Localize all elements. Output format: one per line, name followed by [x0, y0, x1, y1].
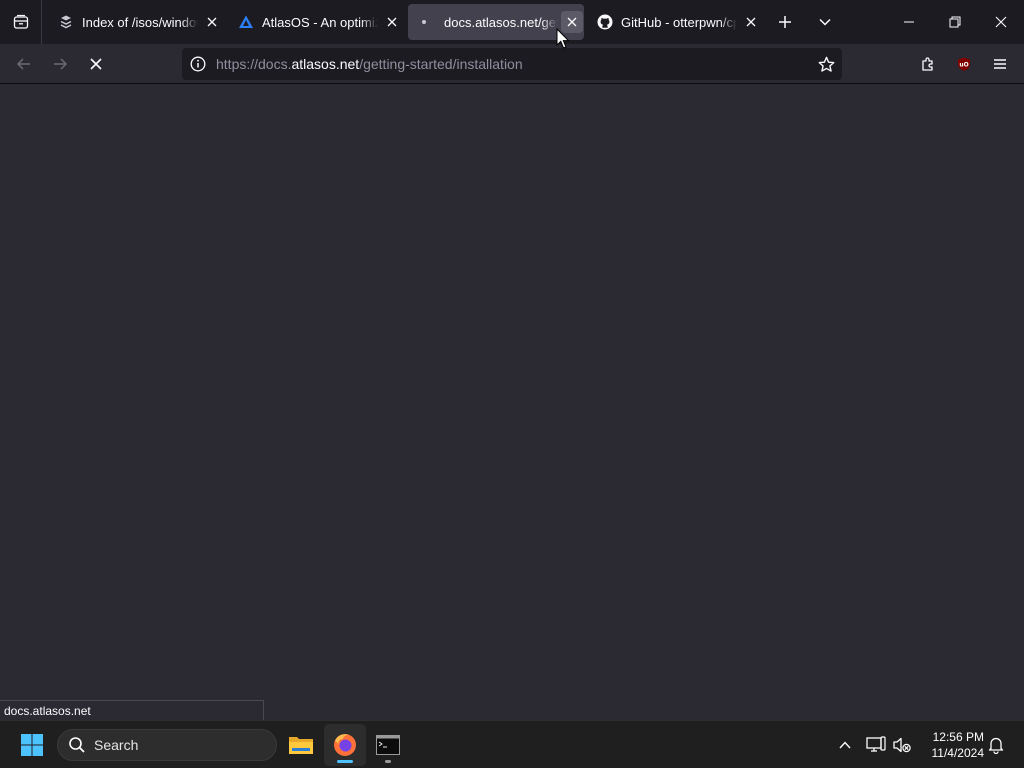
speaker-muted-icon	[893, 737, 911, 753]
chevron-down-icon	[819, 18, 831, 26]
taskbar: Search 12:56 PM 11/4/2024	[0, 720, 1024, 768]
bookmark-star-button[interactable]	[814, 52, 838, 76]
search-icon	[69, 737, 85, 753]
arrow-left-icon	[16, 58, 30, 70]
start-button[interactable]	[11, 724, 53, 766]
navigation-toolbar: https://docs.atlasos.net/getting-started…	[0, 44, 1024, 84]
loading-dot-icon	[420, 14, 436, 30]
firefox-logo-icon	[334, 734, 356, 756]
clock-time: 12:56 PM	[932, 730, 984, 744]
stop-icon	[90, 58, 102, 70]
tab-title: docs.atlasos.net/getting	[444, 14, 558, 30]
back-button[interactable]	[8, 48, 40, 80]
volume-tray-button[interactable]	[890, 733, 914, 757]
page-content-area	[0, 85, 1024, 720]
extensions-button[interactable]	[912, 48, 944, 80]
puzzle-icon	[922, 57, 933, 71]
new-tab-button[interactable]	[771, 8, 799, 36]
list-all-tabs-button[interactable]	[811, 8, 839, 36]
show-hidden-icons-button[interactable]	[833, 733, 857, 757]
close-icon	[207, 17, 216, 27]
clock-date: 11/4/2024	[931, 746, 985, 760]
running-indicator	[385, 760, 391, 763]
url-host: atlasos.net	[291, 56, 360, 72]
tab-title: AtlasOS - An optimized	[262, 14, 379, 30]
tab-index-of-isos[interactable]: Index of /isos/windows	[46, 4, 222, 40]
running-indicator	[337, 760, 353, 763]
command-prompt-icon	[376, 735, 400, 755]
url-text[interactable]: https://docs.atlasos.net/getting-started…	[216, 56, 523, 72]
github-favicon-icon	[597, 14, 613, 30]
tab-manager-button[interactable]	[0, 0, 42, 44]
mouse-cursor-icon	[556, 28, 570, 49]
close-icon	[387, 17, 396, 27]
network-tray-button[interactable]	[864, 733, 888, 757]
restore-button[interactable]	[932, 0, 978, 44]
url-scheme: https://docs.	[216, 56, 292, 72]
notifications-button[interactable]	[984, 733, 1008, 757]
bell-icon	[988, 737, 1004, 754]
url-path: /getting-started/installation	[359, 56, 523, 72]
ublock-origin-icon: uO	[958, 57, 970, 71]
star-icon	[818, 56, 834, 72]
plus-icon	[779, 16, 791, 28]
folder-icon	[289, 737, 313, 754]
tab-github-otterpwn[interactable]: GitHub - otterpwn/cpp	[585, 4, 761, 40]
status-panel: docs.atlasos.net	[0, 700, 264, 720]
svg-text:uO: uO	[959, 62, 968, 69]
minimize-icon	[904, 21, 914, 23]
tab-title: GitHub - otterpwn/cpp	[621, 14, 738, 30]
hamburger-menu-icon	[994, 59, 1006, 69]
site-info-icon[interactable]	[183, 48, 213, 80]
restore-icon	[949, 16, 961, 28]
minimize-button[interactable]	[886, 0, 932, 44]
tab-strip: Index of /isos/windows AtlasOS - An opti…	[0, 0, 1024, 44]
browser-window: Index of /isos/windows AtlasOS - An opti…	[0, 0, 1024, 720]
network-icon	[866, 736, 886, 752]
stop-loading-button[interactable]	[80, 48, 112, 80]
url-bar[interactable]: https://docs.atlasos.net/getting-started…	[182, 48, 842, 80]
tab-close-button[interactable]	[740, 11, 761, 33]
tab-close-button[interactable]	[381, 11, 402, 33]
chevron-up-icon	[839, 741, 851, 749]
close-icon	[746, 17, 755, 27]
atlasos-favicon-icon	[238, 14, 254, 30]
pages-favicon-icon	[58, 14, 74, 30]
tab-atlasos[interactable]: AtlasOS - An optimized	[226, 4, 402, 40]
taskbar-search-box[interactable]: Search	[57, 729, 277, 761]
tab-title: Index of /isos/windows	[82, 14, 198, 30]
close-icon	[567, 17, 577, 27]
arrow-right-icon	[54, 58, 68, 70]
system-clock[interactable]: 12:56 PM 11/4/2024	[918, 729, 985, 761]
ublock-origin-button[interactable]: uO	[948, 48, 980, 80]
firefox-view-icon	[13, 14, 28, 29]
tab-close-button[interactable]	[201, 11, 222, 33]
windows-logo-icon	[21, 734, 43, 756]
taskbar-firefox[interactable]	[324, 724, 366, 766]
forward-button[interactable]	[44, 48, 76, 80]
taskbar-file-explorer[interactable]	[280, 724, 322, 766]
app-menu-button[interactable]	[984, 48, 1016, 80]
search-label: Search	[94, 737, 139, 753]
close-window-button[interactable]	[978, 0, 1024, 44]
close-icon	[995, 16, 1007, 28]
taskbar-terminal[interactable]	[367, 724, 409, 766]
